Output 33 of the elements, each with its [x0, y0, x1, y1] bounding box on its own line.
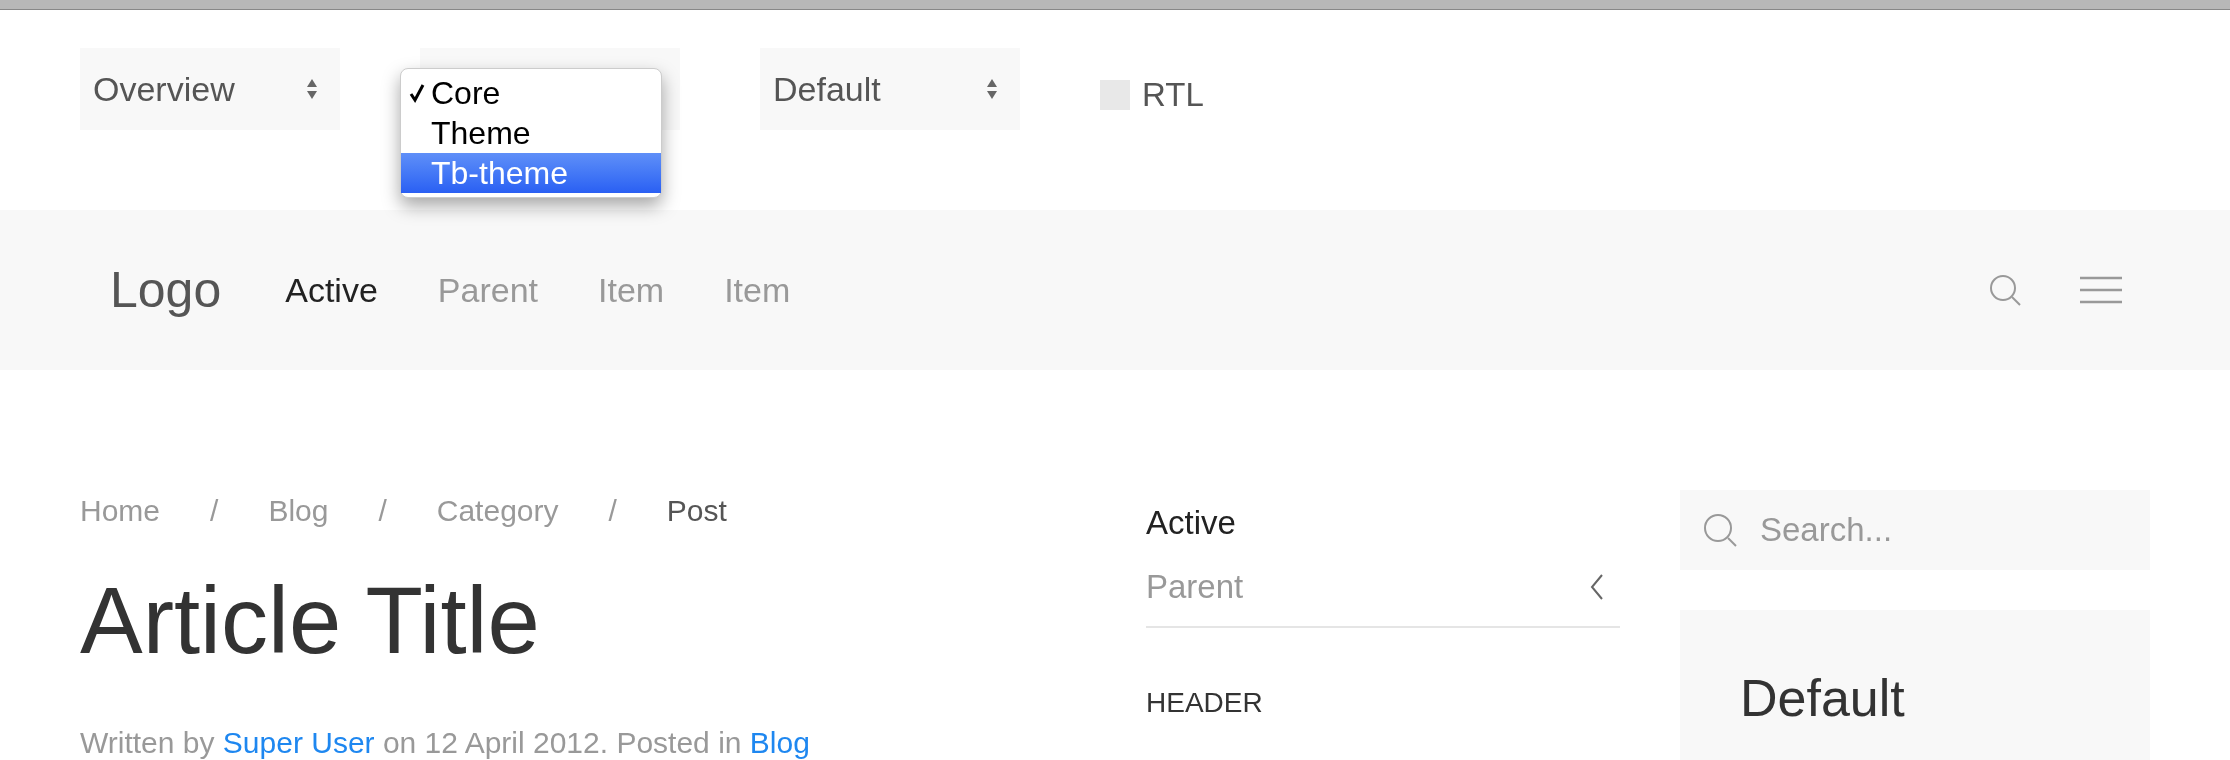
search-icon[interactable]: [1988, 273, 2022, 307]
nav-link[interactable]: Active: [255, 264, 408, 316]
select-box[interactable]: Overview: [80, 48, 340, 130]
breadcrumb-separator: /: [377, 492, 388, 529]
posted-in-link[interactable]: Blog: [749, 726, 810, 759]
search-icon: [1702, 512, 1738, 548]
checkmark-icon: [409, 83, 425, 103]
dropdown-option[interactable]: Theme: [401, 113, 661, 153]
updown-arrows-icon: [306, 78, 318, 100]
breadcrumb-link[interactable]: Home: [80, 487, 161, 533]
logo[interactable]: Logo: [110, 252, 222, 328]
dropdown-option[interactable]: Core: [401, 73, 661, 113]
author-link[interactable]: Super User: [222, 726, 375, 759]
search-field[interactable]: Search...: [1680, 490, 2150, 570]
article-title: Article Title: [80, 574, 541, 668]
breadcrumb-separator: /: [209, 492, 220, 529]
article-meta: Written by Super User on 12 April 2012. Posted in Blog: [80, 725, 811, 760]
checkbox-label: RTL: [1142, 75, 1204, 115]
chevron-left-icon: [1590, 574, 1604, 600]
dropdown-option[interactable]: Tb-theme: [401, 153, 661, 193]
select-box[interactable]: Default: [760, 48, 1020, 130]
breadcrumb-link[interactable]: Category: [436, 487, 559, 533]
nav-link[interactable]: Item: [694, 264, 821, 316]
card-title: Default: [1740, 672, 1906, 724]
nav-link[interactable]: Parent: [407, 264, 568, 316]
breadcrumb-separator: /: [607, 492, 618, 529]
side-nav-item[interactable]: Active: [1146, 490, 1620, 558]
breadcrumb-link[interactable]: Blog: [268, 487, 329, 533]
side-nav-parent[interactable]: Parent: [1146, 558, 1620, 628]
nav-link[interactable]: Item: [568, 264, 695, 316]
menu-icon[interactable]: [2080, 275, 2122, 305]
side-nav-header: HEADER: [1146, 686, 1264, 720]
updown-arrows-icon: [986, 78, 998, 100]
